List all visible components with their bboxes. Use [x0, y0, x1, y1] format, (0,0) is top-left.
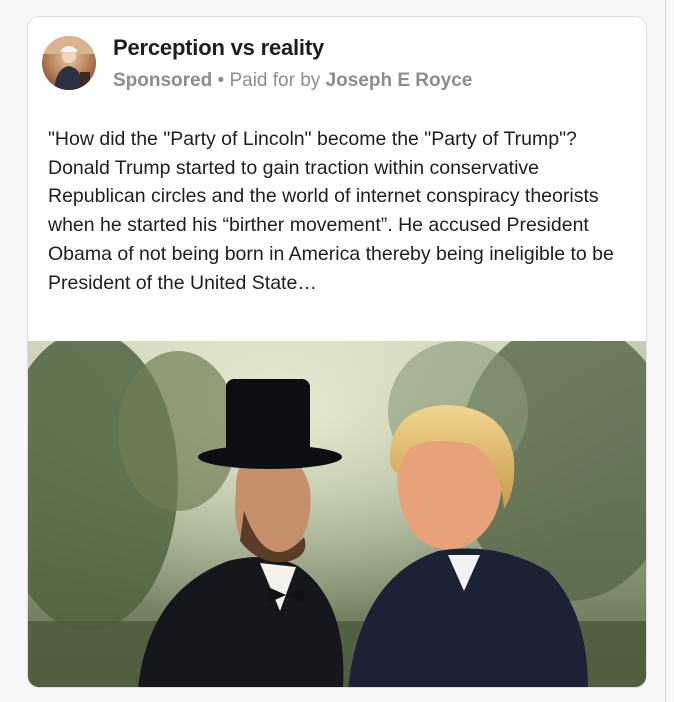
paid-for-label: Paid for by: [229, 70, 326, 91]
sponsored-label[interactable]: Sponsored: [113, 70, 212, 91]
post-image[interactable]: [28, 321, 646, 687]
funder-name: Joseph E Royce: [325, 70, 473, 91]
post-body-text: "How did the "Party of Lincoln" become t…: [48, 128, 614, 294]
page-avatar[interactable]: [42, 36, 96, 90]
page-right-edge: [665, 0, 666, 702]
lincoln-trump-image: [28, 321, 646, 687]
sponsored-post-card: Perception vs reality Sponsored • Paid f…: [27, 16, 647, 688]
ad-meta-line: Sponsored • Paid for by Joseph E Royce: [113, 70, 472, 92]
avatar-image: [42, 36, 96, 90]
meta-separator: •: [212, 70, 230, 91]
page-name-link[interactable]: Perception vs reality: [113, 35, 324, 61]
